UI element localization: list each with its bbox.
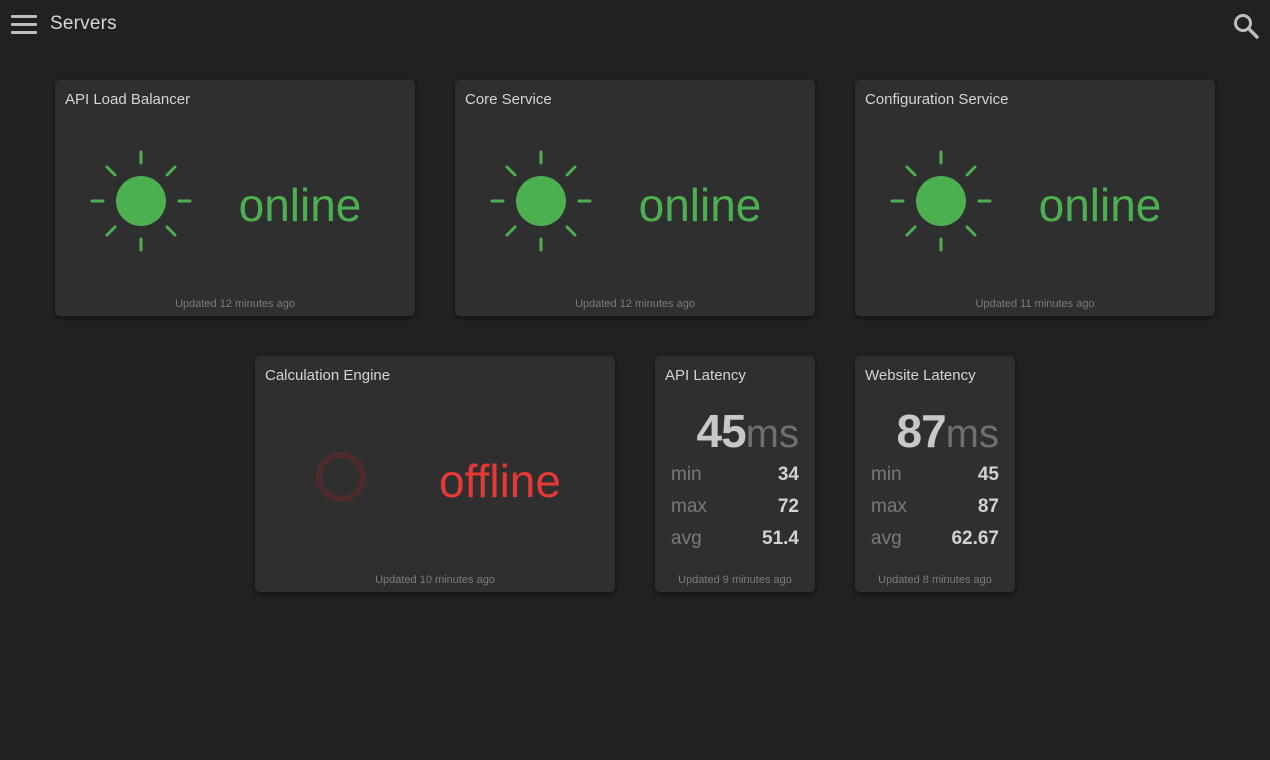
sun-icon	[90, 150, 192, 252]
latency-unit: ms	[945, 412, 999, 456]
hamburger-menu-icon[interactable]	[11, 15, 37, 35]
page-title: Servers	[50, 13, 117, 34]
latency-value: 87ms	[897, 404, 1000, 458]
stat-row-min: min 45	[871, 464, 999, 488]
status-tile-configuration-service[interactable]: Configuration Service online Updated 11 …	[855, 80, 1215, 316]
tile-title: Core Service	[465, 91, 552, 108]
stat-label: min	[871, 464, 902, 485]
tile-title: Calculation Engine	[265, 367, 391, 384]
updated-timestamp: Updated 12 minutes ago	[175, 298, 295, 310]
top-app-bar: Servers	[0, 0, 1270, 52]
stat-value: 45	[977, 464, 999, 485]
status-text: offline	[439, 455, 561, 507]
tile-title: Configuration Service	[865, 91, 1009, 108]
status-text: online	[638, 179, 762, 231]
latency-tile-website[interactable]: Website Latency 87ms min 45 max 87 avg 6…	[855, 356, 1015, 592]
stat-value: 34	[777, 464, 799, 485]
sun-icon	[890, 150, 992, 252]
stat-value: 87	[977, 496, 999, 517]
stat-row-avg: avg 51.4	[671, 528, 799, 552]
stat-value: 72	[777, 496, 799, 517]
updated-timestamp: Updated 9 minutes ago	[678, 574, 792, 586]
status-tile-calculation-engine[interactable]: Calculation Engine offline Updated 10 mi…	[255, 356, 615, 592]
stat-label: max	[671, 496, 707, 517]
status-text: online	[1038, 179, 1162, 231]
ring-icon	[290, 426, 392, 528]
latency-tile-api[interactable]: API Latency 45ms min 34 max 72 avg 51.4 …	[655, 356, 815, 592]
status-tile-core-service[interactable]: Core Service online Updated 12 minutes a…	[455, 80, 815, 316]
updated-timestamp: Updated 10 minutes ago	[375, 574, 495, 586]
sun-icon	[490, 150, 592, 252]
stat-value: 51.4	[762, 528, 799, 549]
stat-value: 62.67	[951, 528, 999, 549]
tile-title: API Latency	[665, 367, 746, 384]
latency-unit: ms	[745, 412, 799, 456]
latency-number: 45	[696, 405, 747, 457]
updated-timestamp: Updated 11 minutes ago	[975, 298, 1095, 310]
search-icon[interactable]	[1232, 12, 1260, 40]
stat-label: avg	[671, 528, 702, 549]
status-text: online	[238, 179, 362, 231]
tile-title: Website Latency	[865, 367, 976, 384]
stat-row-max: max 72	[671, 496, 799, 520]
status-tile-api-load-balancer[interactable]: API Load Balancer online Updated 12 minu…	[55, 80, 415, 316]
updated-timestamp: Updated 12 minutes ago	[575, 298, 695, 310]
stat-label: max	[871, 496, 907, 517]
updated-timestamp: Updated 8 minutes ago	[878, 574, 992, 586]
latency-value: 45ms	[697, 404, 800, 458]
stat-label: min	[671, 464, 702, 485]
tile-title: API Load Balancer	[65, 91, 191, 108]
stat-row-max: max 87	[871, 496, 999, 520]
stat-row-min: min 34	[671, 464, 799, 488]
latency-number: 87	[896, 405, 947, 457]
stat-label: avg	[871, 528, 902, 549]
stat-row-avg: avg 62.67	[871, 528, 999, 552]
